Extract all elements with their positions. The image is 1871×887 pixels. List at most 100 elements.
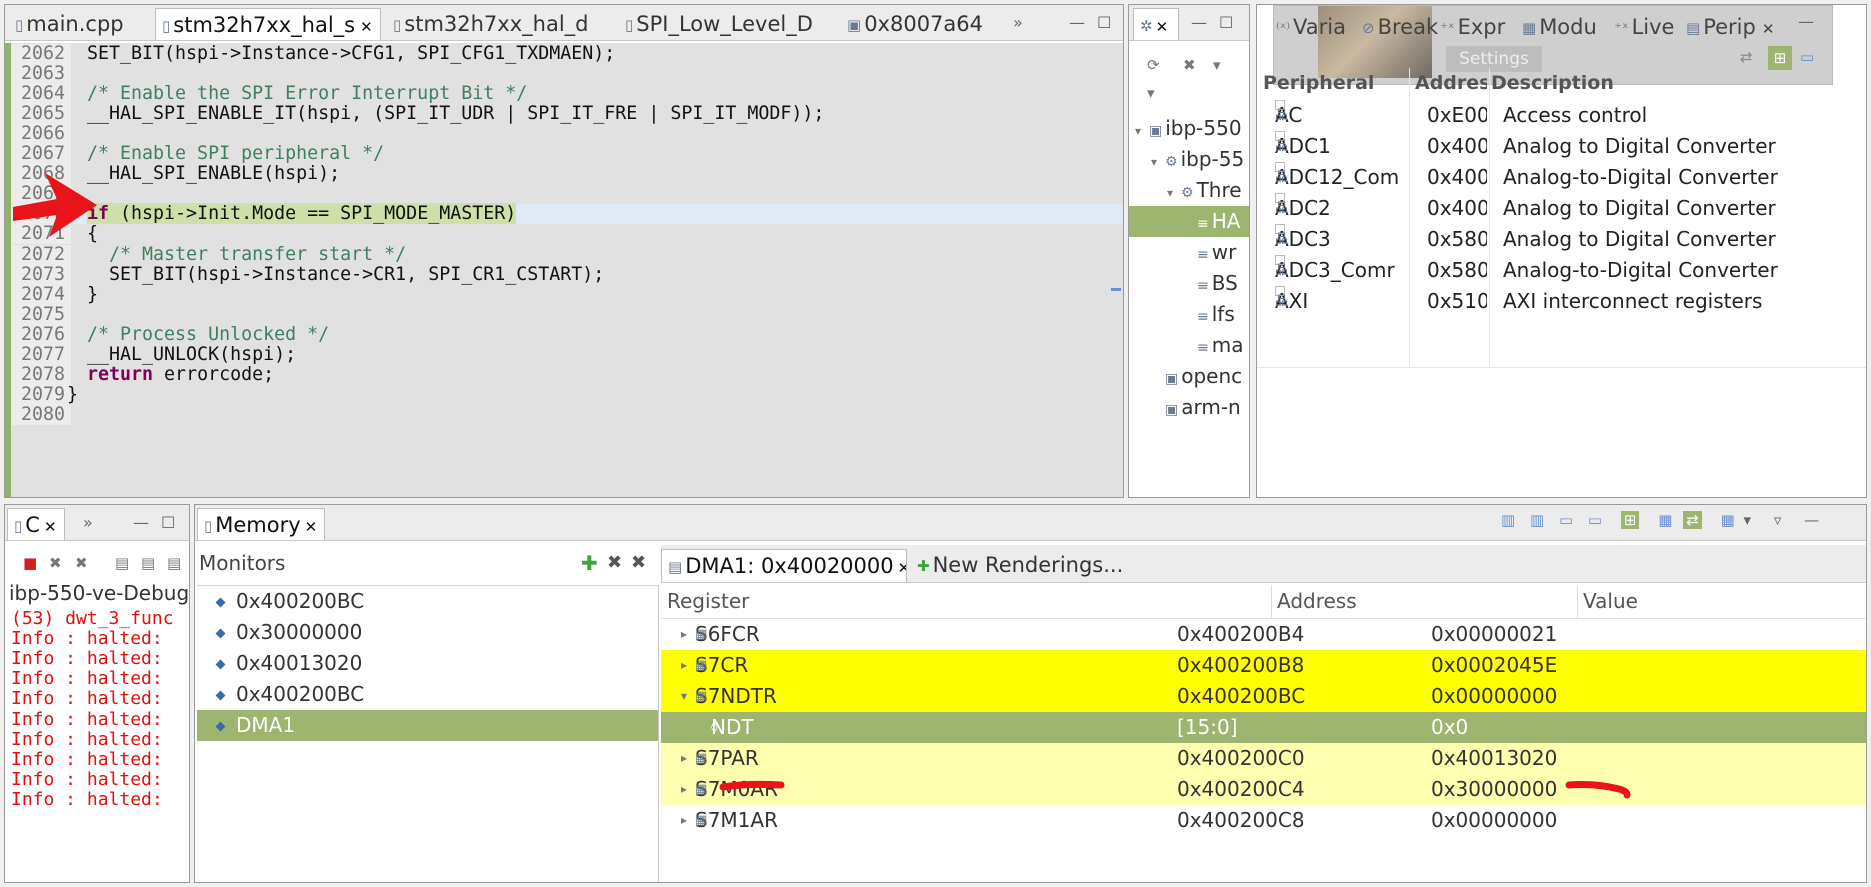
close-icon[interactable]: ✕	[360, 18, 373, 36]
register-value[interactable]: 0x0	[1431, 712, 1468, 743]
register-value[interactable]: 0x00000000	[1431, 681, 1557, 712]
new-tab-icon[interactable]: ▭	[1559, 511, 1573, 529]
peripheral-row[interactable]: 品ADC1 0x4002 Analog to Digital Converter	[1257, 131, 1866, 162]
peripheral-row[interactable]: 品AXI 0x5100 AXI interconnect registers	[1257, 286, 1866, 317]
remove-all-icon[interactable]: ✖	[75, 553, 88, 573]
register-value[interactable]: 0x0002045E	[1431, 650, 1557, 681]
peripheral-row[interactable]: 品ADC12_Com 0x4002 Analog-to-Digital Conver…	[1257, 162, 1866, 193]
add-monitor-icon[interactable]: ✚	[581, 553, 598, 573]
monitor-item[interactable]: 0x30000000	[197, 617, 658, 648]
toggle-view-icon[interactable]: ▭	[1588, 511, 1602, 529]
tab-modules[interactable]: ▦ Modu	[1522, 12, 1597, 42]
tab-variables[interactable]: ⁽ˣ⁾ Varia	[1276, 12, 1346, 42]
minimize-icon[interactable]: —	[1798, 12, 1814, 31]
chevron-icon[interactable]: ▾	[681, 681, 687, 712]
tab-console[interactable]: ▯ C ✕	[7, 508, 65, 540]
chevron-down-icon[interactable]: ▾	[1744, 511, 1752, 529]
chevron-down-icon[interactable]: ▾	[1213, 55, 1221, 75]
word-wrap-icon[interactable]: ▤	[167, 553, 181, 573]
maximize-icon[interactable]: ☐	[1219, 9, 1233, 37]
peripheral-row[interactable]: 品AC 0xE000 Access control	[1257, 100, 1866, 131]
remove-terminated-icon[interactable]: ✖	[1183, 55, 1196, 75]
minimize-icon[interactable]: —	[1804, 511, 1819, 529]
close-icon[interactable]: ✕	[898, 559, 906, 577]
column-peripheral[interactable]: Peripheral	[1263, 68, 1374, 98]
tab-peripherals[interactable]: ▤ Perip ✕	[1686, 12, 1774, 42]
view-menu-icon[interactable]: ▾	[1147, 83, 1155, 103]
minimize-icon[interactable]: —	[133, 509, 149, 537]
register-value[interactable]: 0x00000021	[1431, 619, 1557, 650]
minimize-icon[interactable]: —	[1191, 9, 1207, 37]
skip-breakpoints-icon[interactable]: ⟳	[1147, 55, 1160, 75]
tree-item[interactable]: ▾ ⚙ ibp-55	[1129, 144, 1249, 175]
pin-icon[interactable]: ⊞	[1768, 46, 1792, 70]
tab-disassembly[interactable]: ▣ 0x8007a64	[841, 8, 991, 40]
export-icon[interactable]: ▥	[1530, 511, 1544, 529]
monitor-item[interactable]: 0x400200BC	[197, 679, 658, 710]
remove-monitor-icon[interactable]: ✖	[607, 553, 622, 573]
tree-item[interactable]: ▾ ⚙ Thre	[1129, 175, 1249, 206]
chevron-icon[interactable]: ▸	[681, 743, 687, 774]
tab-new-renderings[interactable]: ✚ New Renderings...	[911, 549, 1129, 582]
layout-icon[interactable]: ▦	[1658, 511, 1672, 529]
tree-item[interactable]: ▣ arm-n	[1129, 392, 1249, 423]
select-all-icon[interactable]: ⇄	[1740, 48, 1753, 66]
chevron-icon[interactable]: ▸	[681, 650, 687, 681]
tab-expressions[interactable]: ⁺ˣ Expr	[1440, 12, 1505, 42]
close-icon[interactable]: ✕	[305, 518, 318, 536]
peripheral-row[interactable]: 品ADC3 0x5802 Analog to Digital Converter	[1257, 224, 1866, 255]
monitor-item[interactable]: DMA1	[197, 710, 658, 741]
column-address[interactable]: Address	[1415, 68, 1487, 98]
close-icon[interactable]: ✕	[1762, 20, 1775, 38]
register-row[interactable]: ▸ ▦ S6FCR 0x400200B4 0x00000021	[661, 619, 1866, 650]
tree-item[interactable]: ≡ HA	[1129, 206, 1249, 237]
register-row[interactable]: ▾ ▦ S7NDTR 0x400200BC 0x00000000	[661, 681, 1866, 712]
terminate-icon[interactable]: ■	[23, 553, 37, 573]
tree-item[interactable]: ≡ lfs	[1129, 299, 1249, 330]
link-icon[interactable]: ⊞	[1620, 511, 1640, 529]
maximize-icon[interactable]: ☐	[161, 509, 175, 537]
column-value[interactable]: Value	[1583, 589, 1638, 613]
tree-item[interactable]: ≡ BS	[1129, 268, 1249, 299]
tab-spi-low-level[interactable]: ▯ SPI_Low_Level_D	[619, 8, 839, 40]
remove-launch-icon[interactable]: ✖	[49, 553, 62, 573]
chevron-icon[interactable]: ▾	[1151, 147, 1165, 178]
tree-item[interactable]: ≡ wr	[1129, 237, 1249, 268]
view-menu-icon[interactable]: ▿	[1774, 511, 1782, 529]
chevron-icon[interactable]: ▾	[1135, 116, 1149, 147]
tab-stm32h7xx-hal-dma[interactable]: ▯ stm32h7xx_hal_d	[387, 8, 627, 40]
monitor-item[interactable]: 0x400200BC	[197, 586, 658, 617]
tab-overflow-icon[interactable]: »	[83, 509, 93, 537]
code-text-area[interactable]: 2062 SET_BIT(hspi->Instance->CFG1, SPI_CF…	[5, 43, 1123, 497]
monitor-item[interactable]: 0x40013020	[197, 648, 658, 679]
column-address[interactable]: Address	[1277, 589, 1357, 613]
register-value[interactable]: 0x40013020	[1431, 743, 1557, 774]
maximize-icon[interactable]: ☐	[1097, 9, 1111, 37]
column-register[interactable]: Register	[667, 589, 749, 613]
tab-memory[interactable]: ▯ Memory ✕	[197, 508, 325, 540]
tab-stm32h7xx-hal-spi[interactable]: ▯ stm32h7xx_hal_s ✕	[155, 8, 381, 40]
close-icon[interactable]: ✕	[44, 518, 57, 536]
tab-breakpoints[interactable]: ⊘ Break	[1362, 12, 1438, 42]
chevron-icon[interactable]: ▸	[681, 619, 687, 650]
clear-console-icon[interactable]: ▤	[115, 553, 129, 573]
peripheral-row[interactable]: 品ADC3_Comr 0x5802 Analog-to-Digital Conver…	[1257, 255, 1866, 286]
tree-item[interactable]: ▾ ▣ ibp-550	[1129, 113, 1249, 144]
minimize-icon[interactable]: —	[1069, 9, 1085, 37]
collapse-icon[interactable]: ▭	[1800, 48, 1814, 66]
tree-item[interactable]: ▣ openc	[1129, 361, 1249, 392]
tab-debug[interactable]: ✲ ✕	[1133, 8, 1179, 40]
sync-icon[interactable]: ⇄	[1683, 511, 1702, 529]
console-output[interactable]: (53) dwt_3_func Info : halted: Info : halt…	[5, 608, 189, 882]
tree-item[interactable]: ≡ ma	[1129, 330, 1249, 361]
register-row[interactable]: ▸ ▦ S7PAR 0x400200C0 0x40013020	[661, 743, 1866, 774]
format-icon[interactable]: ▦	[1721, 511, 1735, 529]
tab-dma1-rendering[interactable]: ▤DMA1: 0x40020000✕	[661, 549, 907, 582]
tab-live-expressions[interactable]: ⁺ˣ Live	[1614, 12, 1674, 42]
close-icon[interactable]: ✕	[1156, 18, 1169, 36]
tab-main-cpp[interactable]: ▯ main.cpp	[9, 8, 130, 40]
peripheral-row[interactable]: 品ADC2 0x4002 Analog to Digital Converter	[1257, 193, 1866, 224]
chevron-icon[interactable]: ▾	[1167, 178, 1181, 209]
register-row[interactable]: ▸ ▦ S7CR 0x400200B8 0x0002045E	[661, 650, 1866, 681]
import-icon[interactable]: ▥	[1501, 511, 1515, 529]
